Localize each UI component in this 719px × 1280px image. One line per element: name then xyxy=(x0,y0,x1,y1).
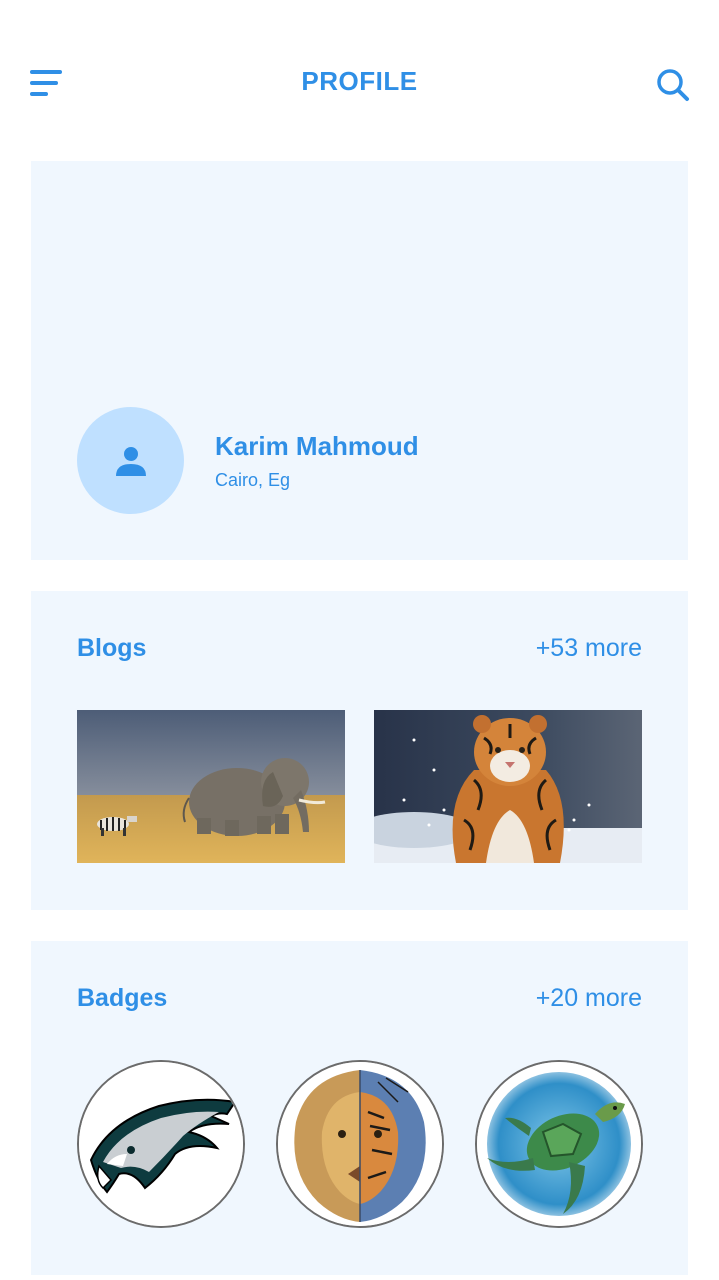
blog-thumbnail-elephant[interactable] xyxy=(77,710,345,863)
badge-lion-tiger[interactable] xyxy=(276,1060,444,1228)
user-location: Cairo, Eg xyxy=(215,470,291,490)
profile-card: Karim Mahmoud Cairo, Eg xyxy=(31,161,688,560)
blogs-more-link[interactable]: +53 more xyxy=(536,634,642,663)
badges-more-link[interactable]: +20 more xyxy=(536,984,642,1013)
badges-section: Badges +20 more xyxy=(31,941,688,1275)
blogs-title: Blogs xyxy=(77,634,147,662)
page-title: PROFILE xyxy=(301,66,418,96)
badges-title: Badges xyxy=(77,984,168,1012)
badge-eagle[interactable] xyxy=(77,1060,245,1228)
app-header: PROFILE xyxy=(0,0,719,160)
badge-sea-turtle[interactable] xyxy=(475,1060,643,1228)
avatar[interactable] xyxy=(77,407,184,514)
blog-thumbnail-tiger[interactable] xyxy=(374,710,642,863)
user-name: Karim Mahmoud xyxy=(215,431,419,461)
user-icon xyxy=(115,446,146,476)
blogs-section: Blogs +53 more xyxy=(31,591,688,910)
search-icon[interactable] xyxy=(654,66,690,102)
